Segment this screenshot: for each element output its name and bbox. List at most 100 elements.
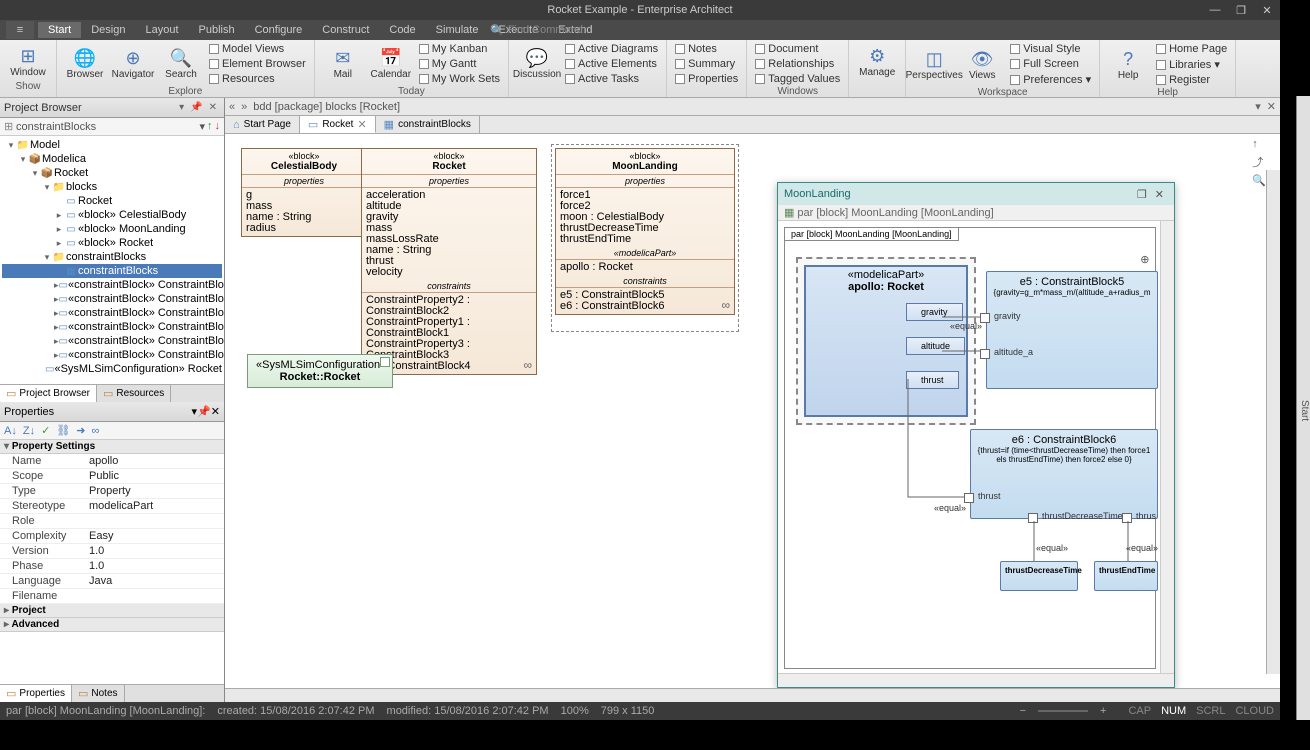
port-square[interactable] xyxy=(964,493,974,503)
menu-simulate[interactable]: Simulate xyxy=(426,22,489,38)
prop-thrustEndTime[interactable]: thrustEndTime xyxy=(1094,561,1158,591)
ribbon-notes[interactable]: Notes xyxy=(673,42,740,56)
maximize-button[interactable]: ❐ xyxy=(1232,4,1250,17)
link-icon[interactable]: ⛓ xyxy=(56,424,70,437)
move-down-icon[interactable]: ↓ xyxy=(215,120,221,133)
tree-filter[interactable]: ⊞ constraintBlocks ▾ ↑ ↓ xyxy=(0,118,224,136)
ribbon-libraries-[interactable]: Libraries ▾ xyxy=(1154,57,1229,72)
apollo-part[interactable]: «modelicaPart» apollo: Rocket gravity al… xyxy=(804,265,968,417)
filter-dropdown-icon[interactable]: ▾ xyxy=(199,120,205,133)
nav-back-icon[interactable]: « xyxy=(229,101,235,113)
ribbon-tagged-values[interactable]: Tagged Values xyxy=(753,72,842,86)
ribbon-visual-style[interactable]: Visual Style xyxy=(1008,42,1093,56)
tree-node[interactable]: ▭Rocket xyxy=(2,194,222,208)
ribbon-preferences-[interactable]: Preferences ▾ xyxy=(1008,72,1093,87)
tab-close-icon[interactable]: ✕ xyxy=(357,118,366,131)
panel-dropdown-icon[interactable]: ▾ xyxy=(176,102,187,113)
palette-link-icon[interactable]: ⤴ xyxy=(1252,154,1266,170)
ribbon-summary[interactable]: Summary xyxy=(673,57,740,71)
block-simconfig[interactable]: «SysMLSimConfiguration» Rocket::Rocket xyxy=(247,354,393,388)
port-square[interactable] xyxy=(1122,513,1132,523)
tool-icon[interactable]: ∞ xyxy=(91,425,99,437)
ribbon-my-work-sets[interactable]: My Work Sets xyxy=(417,72,502,86)
tree-node[interactable]: ▾📁constraintBlocks xyxy=(2,250,222,264)
float-maximize-icon[interactable]: ❐ xyxy=(1133,188,1151,201)
float-close-icon[interactable]: ✕ xyxy=(1151,188,1168,201)
tree-node[interactable]: ▸▭«block» MoonLanding xyxy=(2,222,222,236)
check-icon[interactable]: ✓ xyxy=(41,424,50,437)
ribbon-home-page[interactable]: Home Page xyxy=(1154,42,1229,56)
float-vscrollbar[interactable] xyxy=(1160,221,1174,673)
sort-za-icon[interactable]: Z↓ xyxy=(23,425,35,437)
menu-start[interactable]: Start xyxy=(38,22,81,38)
canvas-hscrollbar[interactable] xyxy=(225,688,1280,702)
float-hscrollbar[interactable] xyxy=(778,673,1174,687)
canvas-vscrollbar[interactable] xyxy=(1266,170,1280,674)
panel-close-icon[interactable]: ✕ xyxy=(206,102,220,113)
zoom-in-icon[interactable]: + xyxy=(1100,705,1106,717)
ribbon-discussion[interactable]: 💬Discussion xyxy=(515,42,559,86)
props-section[interactable]: Property Settings xyxy=(0,440,224,454)
tree-node[interactable]: ▸▭«constraintBlock» ConstraintBlock1 xyxy=(2,278,222,292)
tree-node[interactable]: ▸▭«constraintBlock» ConstraintBlock4 xyxy=(2,320,222,334)
diagram-tab-start-page[interactable]: ⌂Start Page xyxy=(225,116,300,133)
tree-node[interactable]: ▭«SysMLSimConfiguration» Rocket xyxy=(2,362,222,376)
port-square[interactable] xyxy=(1028,513,1038,523)
ribbon-active-tasks[interactable]: Active Tasks xyxy=(563,72,660,86)
ribbon-views[interactable]: 👁Views xyxy=(960,42,1004,87)
menu-design[interactable]: Design xyxy=(81,22,135,38)
props-row[interactable]: TypeProperty xyxy=(0,484,224,499)
close-button[interactable]: ✕ xyxy=(1258,4,1276,17)
minimize-button[interactable]: — xyxy=(1206,4,1224,17)
tree-node[interactable]: ▾📦Modelica xyxy=(2,152,222,166)
menu-publish[interactable]: Publish xyxy=(189,22,245,38)
right-panel-collapsed[interactable]: Start xyxy=(1296,96,1310,720)
tree-node[interactable]: ▸▭«block» CelestialBody xyxy=(2,208,222,222)
ribbon-properties[interactable]: Properties xyxy=(673,72,740,86)
tree-node[interactable]: ▾📦Rocket xyxy=(2,166,222,180)
move-up-icon[interactable]: ↑ xyxy=(207,120,213,133)
prop-thrustDecreaseTime[interactable]: thrustDecreaseTime xyxy=(1000,561,1078,591)
ribbon-active-elements[interactable]: Active Elements xyxy=(563,57,660,71)
diagram-tab-rocket[interactable]: ▭Rocket ✕ xyxy=(300,116,376,133)
props-row[interactable]: Role xyxy=(0,514,224,529)
palette-arrow-icon[interactable]: ↑ xyxy=(1252,138,1266,150)
ribbon-relationships[interactable]: Relationships xyxy=(753,57,842,71)
zoom-slider[interactable] xyxy=(1038,710,1088,712)
block-rocket[interactable]: «block»Rocket properties accelerationalt… xyxy=(361,148,537,375)
diag-dropdown-icon[interactable]: ▾ xyxy=(1255,100,1261,113)
tree-node[interactable]: ▸▭«constraintBlock» ConstraintBlock3 xyxy=(2,306,222,320)
constraint-block6[interactable]: e6 : ConstraintBlock6 {thrust=if (time<t… xyxy=(970,429,1158,519)
float-canvas[interactable]: par [block] MoonLanding [MoonLanding] «m… xyxy=(778,221,1174,687)
diag-close-icon[interactable]: ✕ xyxy=(1267,100,1276,113)
properties-grid[interactable]: Property SettingsNameapolloScopePublicTy… xyxy=(0,440,224,684)
block-moonlanding[interactable]: «block»MoonLanding properties force1forc… xyxy=(555,148,735,315)
tab-properties[interactable]: ▭Properties xyxy=(0,685,72,702)
tree-node[interactable]: ▸▭«constraintBlock» ConstraintBlock6 xyxy=(2,348,222,362)
port-gravity[interactable]: gravity xyxy=(906,303,963,321)
props-pin-icon[interactable]: 📌 xyxy=(197,405,211,418)
zoom-out-icon[interactable]: − xyxy=(1020,705,1026,717)
ribbon-document[interactable]: Document xyxy=(753,42,842,56)
file-menu-icon[interactable]: ≡ xyxy=(6,21,34,39)
ribbon-element-browser[interactable]: Element Browser xyxy=(207,57,308,71)
sort-az-icon[interactable]: A↓ xyxy=(4,425,17,437)
props-row[interactable]: ScopePublic xyxy=(0,469,224,484)
diagram-canvas[interactable]: «block»CelestialBody properties gmassnam… xyxy=(225,134,1280,688)
props-row[interactable]: Phase1.0 xyxy=(0,559,224,574)
ribbon-my-gantt[interactable]: My Gantt xyxy=(417,57,502,71)
props-close-icon[interactable]: ✕ xyxy=(211,405,220,418)
tree-node[interactable]: ▸▭«block» Rocket xyxy=(2,236,222,250)
ribbon-model-views[interactable]: Model Views xyxy=(207,42,308,56)
panel-pin-icon[interactable]: 📌 xyxy=(187,102,205,113)
tree-node[interactable]: ▸▭«constraintBlock» ConstraintBlock2 xyxy=(2,292,222,306)
menu-construct[interactable]: Construct xyxy=(312,22,379,38)
project-tree[interactable]: ▾📁Model▾📦Modelica▾📦Rocket▾📁blocks▭Rocket… xyxy=(0,136,224,384)
props-row[interactable]: LanguageJava xyxy=(0,574,224,589)
port-thrust[interactable]: thrust xyxy=(906,371,959,389)
ribbon-perspectives[interactable]: ◫Perspectives xyxy=(912,42,956,87)
ribbon-calendar[interactable]: 📅Calendar xyxy=(369,42,413,86)
ribbon-full-screen[interactable]: Full Screen xyxy=(1008,57,1093,71)
constraint-block5[interactable]: e5 : ConstraintBlock5 {gravity=g_m*mass_… xyxy=(986,271,1158,389)
tree-node[interactable]: ▸▭«constraintBlock» ConstraintBlock5 xyxy=(2,334,222,348)
